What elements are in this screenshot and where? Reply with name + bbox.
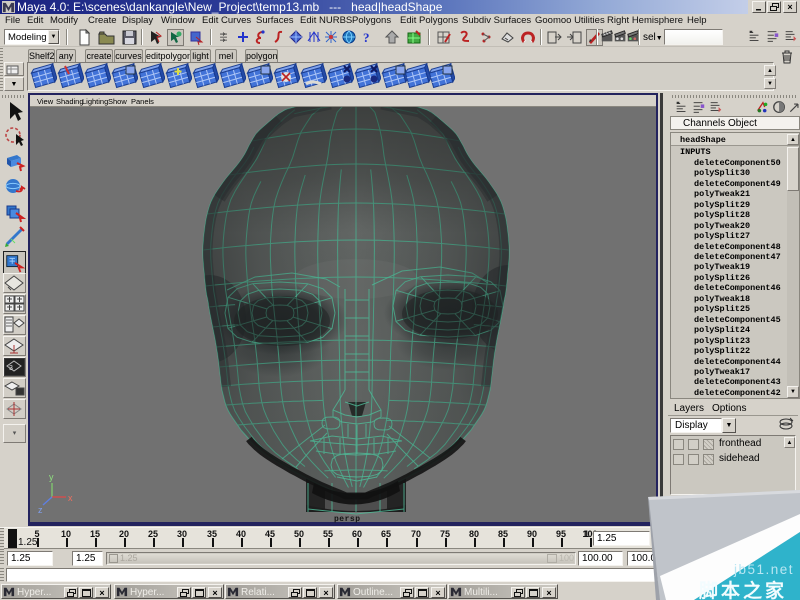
svg-text:z: z [38,505,43,515]
svg-text:3: 3 [9,365,13,372]
svg-text:?: ? [363,30,370,45]
svg-text:y: y [49,472,54,482]
svg-text:x: x [68,493,73,503]
